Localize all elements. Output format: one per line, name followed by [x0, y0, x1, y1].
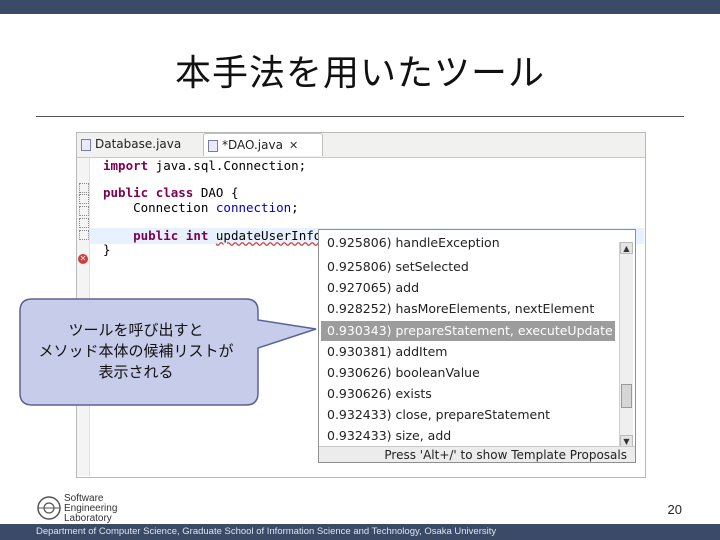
lab-logo: Software Engineering Laboratory: [36, 494, 140, 524]
content-assist-popup[interactable]: 0.925806) handleException 0.925806) setS…: [318, 229, 636, 463]
completion-item[interactable]: 0.925806) setSelected: [321, 257, 615, 277]
completion-item-selected[interactable]: 0.930343) prepareStatement, executeUpdat…: [321, 321, 615, 341]
completion-item[interactable]: 0.928252) hasMoreElements, nextElement: [321, 299, 615, 319]
fold-marker[interactable]: [79, 206, 89, 216]
tab-dao-java[interactable]: *DAO.java ✕: [203, 133, 323, 156]
error-icon[interactable]: ✕: [78, 254, 88, 264]
footer-bar: Department of Computer Science, Graduate…: [0, 524, 720, 540]
completion-scrollbar[interactable]: ▲ ▼: [619, 242, 633, 447]
template-proposals-hint: Press 'Alt+/' to show Template Proposals: [319, 446, 635, 462]
page-number: 20: [667, 502, 682, 517]
java-file-icon: [208, 139, 218, 152]
completion-item[interactable]: 0.932433) close, prepareStatement: [321, 405, 615, 425]
close-icon[interactable]: ✕: [289, 139, 298, 152]
callout-text: ツールを呼び出すと メソッド本体の候補リストが 表示される: [38, 321, 234, 381]
logo-mark-icon: [37, 496, 61, 520]
code-line: import java.sql.Connection;: [103, 158, 307, 173]
tab-label: Database.java: [95, 137, 182, 151]
title-rule: [36, 116, 684, 117]
code-line: public int updateUserInfo: [133, 228, 322, 243]
completion-item[interactable]: 0.927065) add: [321, 278, 615, 298]
java-file-icon: [81, 138, 91, 151]
method-name: updateUserInfo: [215, 228, 322, 243]
fold-marker[interactable]: [79, 194, 89, 204]
scroll-thumb[interactable]: [621, 384, 632, 408]
slide-title: 本手法を用いたツール: [174, 53, 545, 94]
code-line: }: [103, 242, 111, 257]
footer-text: Department of Computer Science, Graduate…: [36, 526, 497, 537]
fold-marker[interactable]: [79, 183, 89, 193]
callout-bubble: ツールを呼び出すと メソッド本体の候補リストが 表示される: [18, 298, 317, 406]
completion-item[interactable]: 0.930626) exists: [321, 384, 615, 404]
tab-label: *DAO.java: [222, 138, 283, 152]
completion-item[interactable]: 0.932433) size, add: [321, 426, 615, 446]
code-line: public class DAO {: [103, 185, 239, 200]
fold-marker[interactable]: [79, 230, 89, 240]
top-bar: [0, 0, 720, 14]
scroll-up-icon[interactable]: ▲: [620, 242, 633, 254]
code-line: Connection connection;: [103, 200, 299, 215]
fold-marker[interactable]: [79, 218, 89, 228]
tab-database-java[interactable]: Database.java: [81, 133, 199, 156]
editor-tab-bar: Database.java *DAO.java ✕: [77, 133, 645, 158]
completion-item[interactable]: 0.930626) booleanValue: [321, 363, 615, 383]
completion-item[interactable]: 0.925806) handleException: [321, 233, 615, 253]
completion-item[interactable]: 0.930381) addItem: [321, 342, 615, 362]
